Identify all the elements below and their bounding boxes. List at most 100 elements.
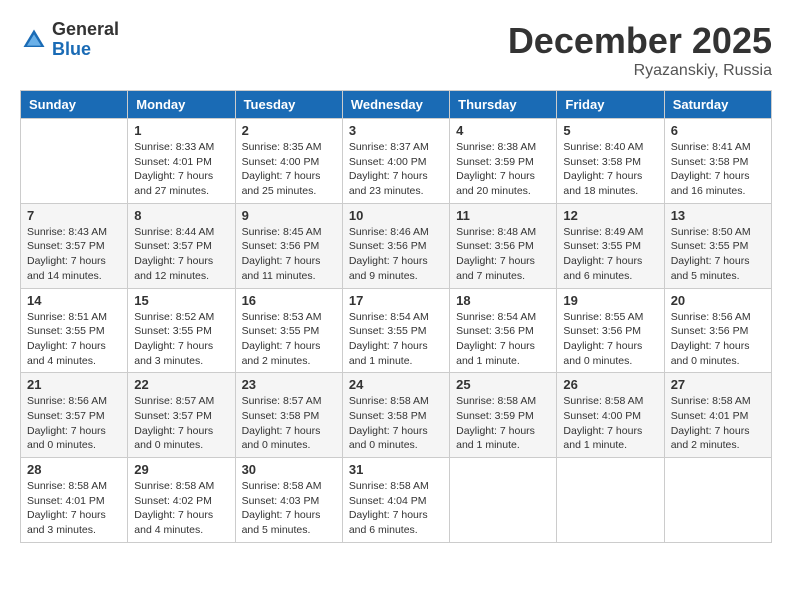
day-number: 3: [349, 123, 443, 138]
day-number: 1: [134, 123, 228, 138]
calendar-table: SundayMondayTuesdayWednesdayThursdayFrid…: [20, 90, 772, 543]
day-number: 10: [349, 208, 443, 223]
calendar-cell: 15 Sunrise: 8:52 AMSunset: 3:55 PMDayligh…: [128, 288, 235, 373]
day-info: Sunrise: 8:37 AMSunset: 4:00 PMDaylight:…: [349, 140, 443, 199]
day-info: Sunrise: 8:58 AMSunset: 3:59 PMDaylight:…: [456, 394, 550, 453]
logo-icon: [20, 26, 48, 54]
day-info: Sunrise: 8:50 AMSunset: 3:55 PMDaylight:…: [671, 225, 765, 284]
day-number: 28: [27, 462, 121, 477]
logo-general: General: [52, 20, 119, 40]
day-number: 30: [242, 462, 336, 477]
day-number: 25: [456, 377, 550, 392]
calendar-cell: 11 Sunrise: 8:48 AMSunset: 3:56 PMDayligh…: [450, 203, 557, 288]
day-info: Sunrise: 8:51 AMSunset: 3:55 PMDaylight:…: [27, 310, 121, 369]
day-info: Sunrise: 8:58 AMSunset: 4:02 PMDaylight:…: [134, 479, 228, 538]
day-info: Sunrise: 8:33 AMSunset: 4:01 PMDaylight:…: [134, 140, 228, 199]
calendar-cell: 6 Sunrise: 8:41 AMSunset: 3:58 PMDaylight…: [664, 119, 771, 204]
day-number: 16: [242, 293, 336, 308]
day-number: 27: [671, 377, 765, 392]
day-info: Sunrise: 8:35 AMSunset: 4:00 PMDaylight:…: [242, 140, 336, 199]
location: Ryazanskiy, Russia: [508, 62, 772, 80]
day-info: Sunrise: 8:58 AMSunset: 4:04 PMDaylight:…: [349, 479, 443, 538]
day-number: 6: [671, 123, 765, 138]
day-info: Sunrise: 8:41 AMSunset: 3:58 PMDaylight:…: [671, 140, 765, 199]
calendar-cell: 9Sunrise: 8:45 AMSunset: 3:56 PMDaylight…: [235, 203, 342, 288]
day-number: 9: [242, 208, 336, 223]
calendar-cell: 25 Sunrise: 8:58 AMSunset: 3:59 PMDayligh…: [450, 373, 557, 458]
calendar-cell: 21 Sunrise: 8:56 AMSunset: 3:57 PMDayligh…: [21, 373, 128, 458]
calendar-cell: 8 Sunrise: 8:44 AMSunset: 3:57 PMDaylight…: [128, 203, 235, 288]
day-info: Sunrise: 8:57 AMSunset: 3:57 PMDaylight:…: [134, 394, 228, 453]
day-info: Sunrise: 8:49 AMSunset: 3:55 PMDaylight:…: [563, 225, 657, 284]
day-number: 11: [456, 208, 550, 223]
day-info: Sunrise: 8:54 AMSunset: 3:55 PMDaylight:…: [349, 310, 443, 369]
day-number: 2: [242, 123, 336, 138]
day-number: 13: [671, 208, 765, 223]
day-number: 7: [27, 208, 121, 223]
title-section: December 2025 Ryazanskiy, Russia: [508, 20, 772, 80]
column-header-sunday: Sunday: [21, 91, 128, 119]
calendar-cell: 4Sunrise: 8:38 AMSunset: 3:59 PMDaylight…: [450, 119, 557, 204]
calendar-cell: 31Sunrise: 8:58 AMSunset: 4:04 PMDayligh…: [342, 458, 449, 543]
calendar-cell: 12 Sunrise: 8:49 AMSunset: 3:55 PMDayligh…: [557, 203, 664, 288]
column-header-tuesday: Tuesday: [235, 91, 342, 119]
day-number: 12: [563, 208, 657, 223]
logo-text: General Blue: [52, 20, 119, 60]
calendar-cell: 23 Sunrise: 8:57 AMSunset: 3:58 PMDayligh…: [235, 373, 342, 458]
calendar-cell: 30 Sunrise: 8:58 AMSunset: 4:03 PMDayligh…: [235, 458, 342, 543]
day-number: 8: [134, 208, 228, 223]
day-info: Sunrise: 8:58 AMSunset: 4:00 PMDaylight:…: [563, 394, 657, 453]
calendar-cell: 17Sunrise: 8:54 AMSunset: 3:55 PMDayligh…: [342, 288, 449, 373]
day-info: Sunrise: 8:46 AMSunset: 3:56 PMDaylight:…: [349, 225, 443, 284]
day-info: Sunrise: 8:58 AMSunset: 4:01 PMDaylight:…: [27, 479, 121, 538]
calendar-cell: 29Sunrise: 8:58 AMSunset: 4:02 PMDayligh…: [128, 458, 235, 543]
page-header: General Blue December 2025 Ryazanskiy, R…: [20, 20, 772, 80]
day-info: Sunrise: 8:53 AMSunset: 3:55 PMDaylight:…: [242, 310, 336, 369]
column-header-friday: Friday: [557, 91, 664, 119]
calendar-cell: 28 Sunrise: 8:58 AMSunset: 4:01 PMDayligh…: [21, 458, 128, 543]
day-info: Sunrise: 8:38 AMSunset: 3:59 PMDaylight:…: [456, 140, 550, 199]
day-number: 22: [134, 377, 228, 392]
calendar-cell: [21, 119, 128, 204]
day-info: Sunrise: 8:55 AMSunset: 3:56 PMDaylight:…: [563, 310, 657, 369]
calendar-cell: 7 Sunrise: 8:43 AMSunset: 3:57 PMDaylight…: [21, 203, 128, 288]
day-info: Sunrise: 8:58 AMSunset: 4:01 PMDaylight:…: [671, 394, 765, 453]
calendar-cell: [664, 458, 771, 543]
column-header-monday: Monday: [128, 91, 235, 119]
calendar-cell: 13 Sunrise: 8:50 AMSunset: 3:55 PMDayligh…: [664, 203, 771, 288]
day-info: Sunrise: 8:58 AMSunset: 4:03 PMDaylight:…: [242, 479, 336, 538]
day-info: Sunrise: 8:52 AMSunset: 3:55 PMDaylight:…: [134, 310, 228, 369]
calendar-cell: 16 Sunrise: 8:53 AMSunset: 3:55 PMDayligh…: [235, 288, 342, 373]
day-info: Sunrise: 8:43 AMSunset: 3:57 PMDaylight:…: [27, 225, 121, 284]
calendar-cell: 5Sunrise: 8:40 AMSunset: 3:58 PMDaylight…: [557, 119, 664, 204]
day-number: 15: [134, 293, 228, 308]
calendar-cell: 18 Sunrise: 8:54 AMSunset: 3:56 PMDayligh…: [450, 288, 557, 373]
day-number: 20: [671, 293, 765, 308]
calendar-cell: 19 Sunrise: 8:55 AMSunset: 3:56 PMDayligh…: [557, 288, 664, 373]
day-info: Sunrise: 8:57 AMSunset: 3:58 PMDaylight:…: [242, 394, 336, 453]
day-number: 26: [563, 377, 657, 392]
day-info: Sunrise: 8:56 AMSunset: 3:57 PMDaylight:…: [27, 394, 121, 453]
calendar-cell: [450, 458, 557, 543]
calendar-cell: 1 Sunrise: 8:33 AMSunset: 4:01 PMDaylight…: [128, 119, 235, 204]
day-number: 24: [349, 377, 443, 392]
calendar-cell: 2 Sunrise: 8:35 AMSunset: 4:00 PMDaylight…: [235, 119, 342, 204]
day-info: Sunrise: 8:58 AMSunset: 3:58 PMDaylight:…: [349, 394, 443, 453]
calendar-cell: 10 Sunrise: 8:46 AMSunset: 3:56 PMDayligh…: [342, 203, 449, 288]
day-info: Sunrise: 8:48 AMSunset: 3:56 PMDaylight:…: [456, 225, 550, 284]
day-number: 21: [27, 377, 121, 392]
calendar-cell: 24 Sunrise: 8:58 AMSunset: 3:58 PMDayligh…: [342, 373, 449, 458]
calendar-cell: 27 Sunrise: 8:58 AMSunset: 4:01 PMDayligh…: [664, 373, 771, 458]
day-number: 19: [563, 293, 657, 308]
calendar-cell: [557, 458, 664, 543]
day-number: 23: [242, 377, 336, 392]
day-number: 18: [456, 293, 550, 308]
day-info: Sunrise: 8:44 AMSunset: 3:57 PMDaylight:…: [134, 225, 228, 284]
calendar-cell: 22 Sunrise: 8:57 AMSunset: 3:57 PMDayligh…: [128, 373, 235, 458]
day-info: Sunrise: 8:54 AMSunset: 3:56 PMDaylight:…: [456, 310, 550, 369]
day-number: 5: [563, 123, 657, 138]
calendar-cell: 20Sunrise: 8:56 AMSunset: 3:56 PMDayligh…: [664, 288, 771, 373]
calendar-cell: 14 Sunrise: 8:51 AMSunset: 3:55 PMDayligh…: [21, 288, 128, 373]
day-number: 14: [27, 293, 121, 308]
month-title: December 2025: [508, 20, 772, 62]
